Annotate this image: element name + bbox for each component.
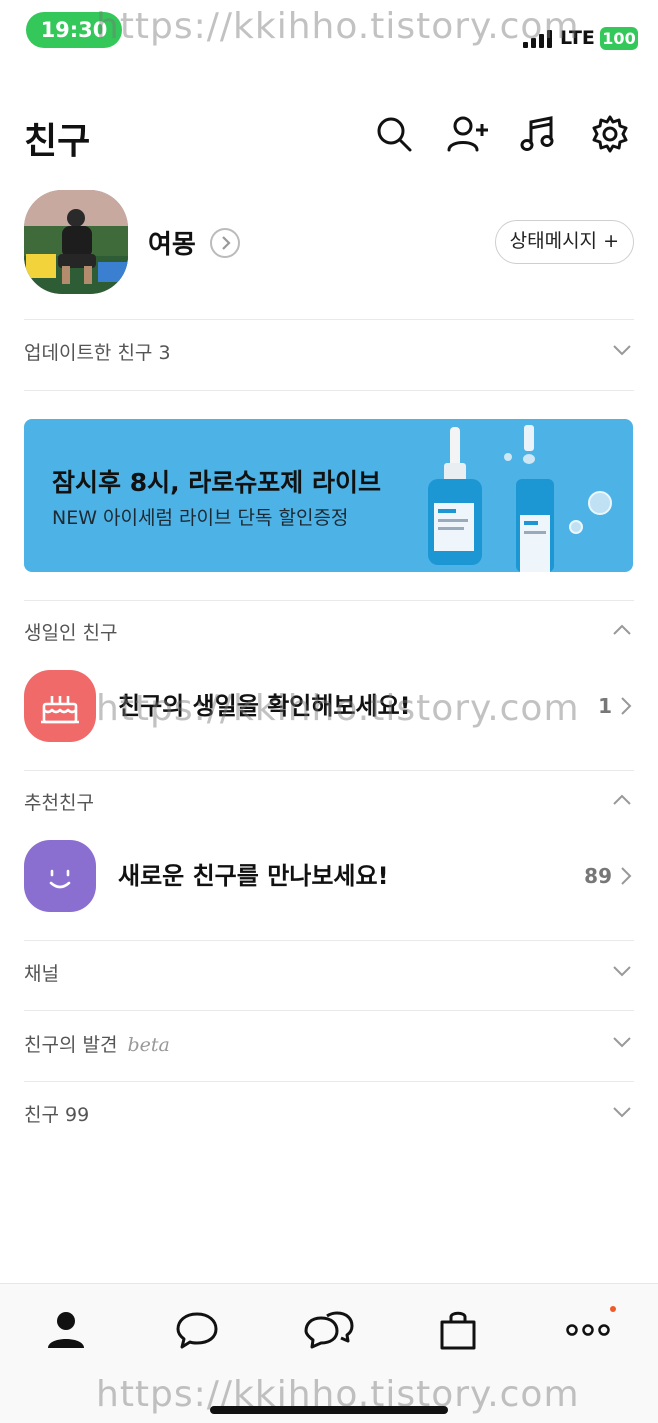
profile-chevron-icon[interactable] xyxy=(210,228,240,258)
battery-indicator: 100 xyxy=(600,27,638,50)
beta-badge: beta xyxy=(127,1034,170,1056)
search-icon[interactable] xyxy=(374,114,414,154)
friends-tab-icon[interactable] xyxy=(42,1306,90,1354)
openchat-tab-icon[interactable] xyxy=(303,1306,354,1354)
channel-row[interactable]: 채널 xyxy=(24,951,634,991)
recommended-section-label: 추천친구 xyxy=(24,792,94,814)
divider xyxy=(24,600,634,601)
channel-label: 채널 xyxy=(24,963,59,985)
chevron-right-icon[interactable] xyxy=(620,866,632,886)
chevron-down-icon[interactable] xyxy=(612,1034,632,1048)
birthday-section-header[interactable]: 생일인 친구 xyxy=(24,610,634,650)
chevron-down-icon[interactable] xyxy=(612,1104,632,1118)
updated-friends-row[interactable]: 업데이트한 친구 3 xyxy=(24,330,634,370)
chevron-up-icon[interactable] xyxy=(612,792,632,806)
birthday-section-label: 생일인 친구 xyxy=(24,622,118,644)
birthday-text: 친구의 생일을 확인해보세요! xyxy=(118,692,411,720)
recommended-row[interactable]: 새로운 친구를 만나보세요! 89 xyxy=(24,840,634,914)
settings-icon[interactable] xyxy=(590,114,630,154)
recommended-count: 89 xyxy=(584,864,612,888)
discover-label-wrap: 친구의 발견 beta xyxy=(24,1030,170,1057)
birthday-cake-icon xyxy=(24,670,96,742)
banner-title: 잠시후 8시, 라로슈포제 라이브 xyxy=(52,468,382,497)
chevron-down-icon[interactable] xyxy=(612,342,632,356)
divider xyxy=(24,770,634,771)
notification-dot xyxy=(610,1306,616,1312)
ad-banner[interactable]: 잠시후 8시, 라로슈포제 라이브 NEW 아이세럼 라이브 단독 할인증정 xyxy=(24,419,633,572)
divider xyxy=(24,1081,634,1082)
divider xyxy=(24,390,634,391)
avatar[interactable] xyxy=(24,190,128,294)
recommended-text: 새로운 친구를 만나보세요! xyxy=(118,862,389,890)
discover-label: 친구의 발견 xyxy=(24,1034,118,1056)
chevron-down-icon[interactable] xyxy=(612,963,632,977)
network-label: LTE xyxy=(560,27,595,49)
updated-friends-label: 업데이트한 친구 3 xyxy=(24,342,171,364)
product-bottles-image xyxy=(428,425,612,572)
recommended-section-header[interactable]: 추천친구 xyxy=(24,780,634,820)
more-tab-icon[interactable] xyxy=(564,1306,616,1354)
friends-label: 친구 99 xyxy=(24,1104,90,1126)
page-title: 친구 xyxy=(24,121,91,162)
friends-row[interactable]: 친구 99 xyxy=(24,1092,634,1132)
my-profile[interactable]: 여몽 상태메시지 + xyxy=(24,190,634,294)
chevron-up-icon[interactable] xyxy=(612,622,632,636)
smiley-icon xyxy=(24,840,96,912)
status-time: 19:30 xyxy=(26,12,122,48)
status-bar: 19:30 LTE 100 xyxy=(0,0,658,60)
discover-row[interactable]: 친구의 발견 beta xyxy=(24,1022,634,1062)
home-indicator xyxy=(210,1406,448,1414)
status-message-button[interactable]: 상태메시지 + xyxy=(494,220,634,264)
banner-subtitle: NEW 아이세럼 라이브 단독 할인증정 xyxy=(52,507,349,529)
divider xyxy=(24,940,634,941)
header: 친구 xyxy=(24,108,634,164)
tab-bar xyxy=(0,1283,658,1423)
divider xyxy=(24,319,634,320)
music-icon[interactable] xyxy=(518,114,558,154)
profile-name[interactable]: 여몽 xyxy=(148,224,196,261)
divider xyxy=(24,1010,634,1011)
birthday-count: 1 xyxy=(598,694,612,718)
chevron-right-icon[interactable] xyxy=(620,696,632,716)
add-friend-icon[interactable] xyxy=(446,114,488,154)
signal-icon xyxy=(523,30,555,48)
shopping-tab-icon[interactable] xyxy=(434,1306,482,1354)
birthday-row[interactable]: 친구의 생일을 확인해보세요! 1 xyxy=(24,670,634,744)
chats-tab-icon[interactable] xyxy=(173,1306,221,1354)
